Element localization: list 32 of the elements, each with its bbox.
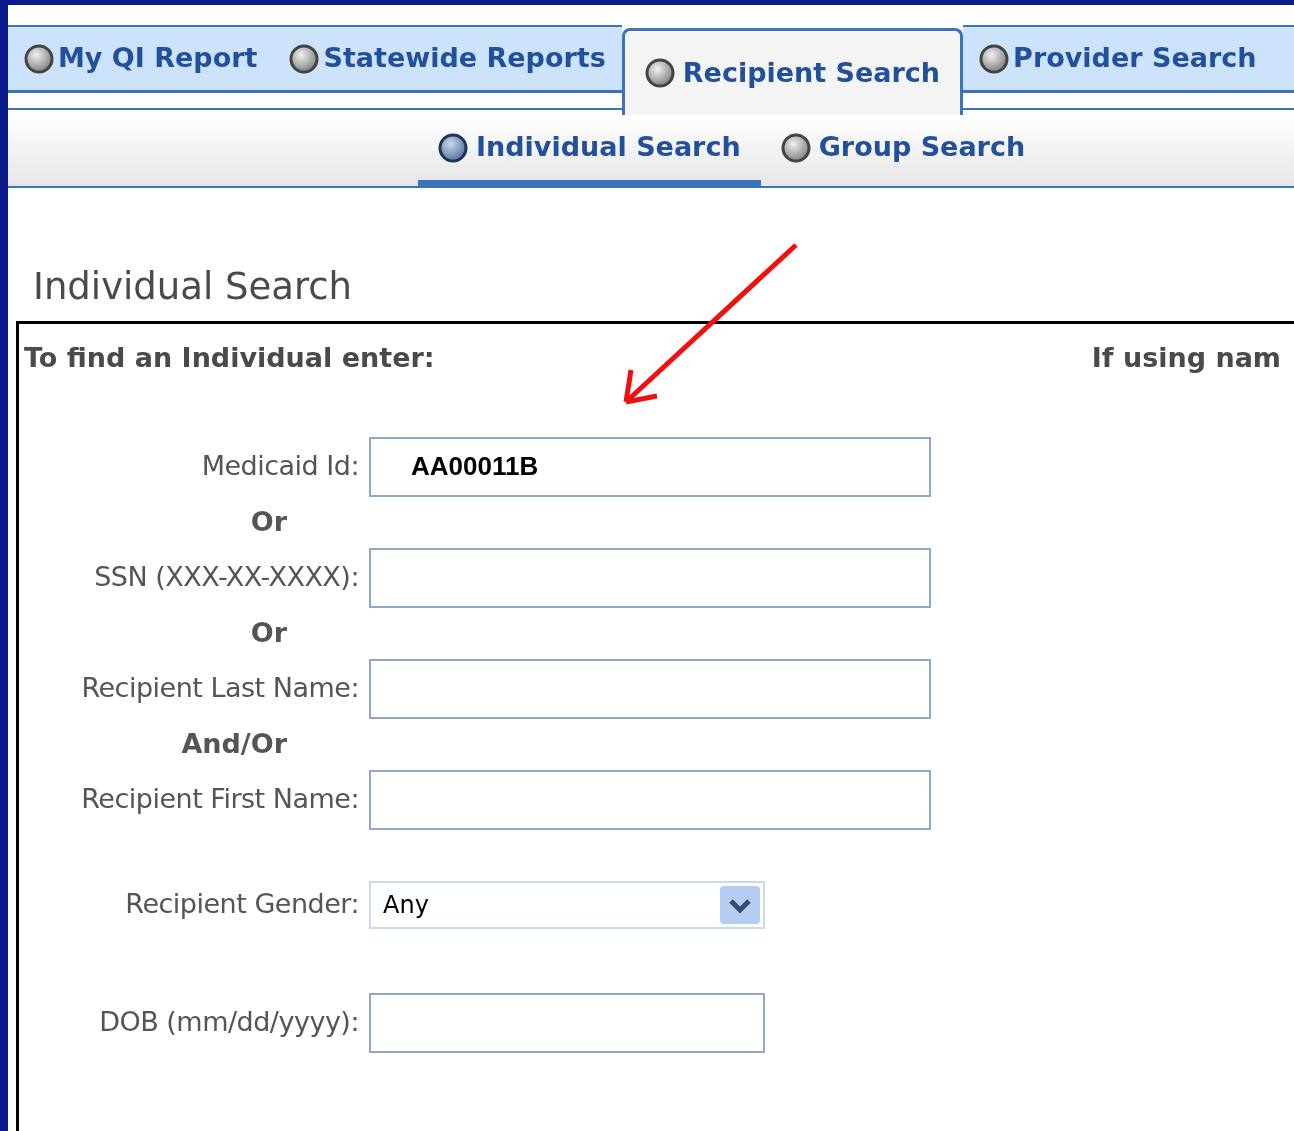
radio-icon — [24, 43, 54, 74]
separator-text: And/Or — [181, 726, 287, 761]
field-label: Recipient First Name: — [80, 782, 359, 817]
subtab[interactable]: Group Search — [760, 115, 1046, 188]
subtab[interactable]: Individual Search — [418, 115, 761, 188]
radio-icon — [979, 43, 1010, 74]
gender-select[interactable]: Any — [369, 880, 765, 929]
chevron-down-icon — [720, 885, 760, 924]
date-field[interactable] — [369, 992, 765, 1053]
text-field[interactable] — [369, 658, 931, 719]
separator-text: Or — [250, 615, 287, 650]
instructions-text: To find an Individual enter: — [24, 341, 435, 375]
radio-icon — [289, 43, 320, 74]
page-heading: Individual Search — [33, 268, 354, 305]
field-label: DOB (mm/dd/yyyy): — [98, 1005, 359, 1040]
field-label: Medicaid Id: — [200, 449, 359, 484]
tab[interactable]: Recipient Search — [621, 28, 964, 115]
field-label: SSN (XXX-XX-XXXX): — [93, 560, 359, 595]
tab[interactable]: Statewide Reports — [273, 25, 622, 93]
text-field[interactable] — [369, 769, 931, 830]
side-note-text: If using nam — [1091, 341, 1281, 375]
text-field[interactable] — [369, 547, 931, 608]
tab-strip — [1272, 25, 1294, 93]
field-label: Recipient Gender: — [124, 887, 359, 922]
radio-icon — [438, 132, 468, 163]
separator-text: Or — [250, 504, 287, 539]
tab[interactable]: My QI Report — [8, 25, 274, 93]
radio-icon — [780, 132, 811, 163]
radio-icon — [644, 58, 675, 88]
tab[interactable]: Provider Search — [963, 25, 1273, 93]
text-field[interactable]: AA00011B — [369, 436, 931, 497]
field-label: Recipient Last Name: — [80, 671, 359, 706]
